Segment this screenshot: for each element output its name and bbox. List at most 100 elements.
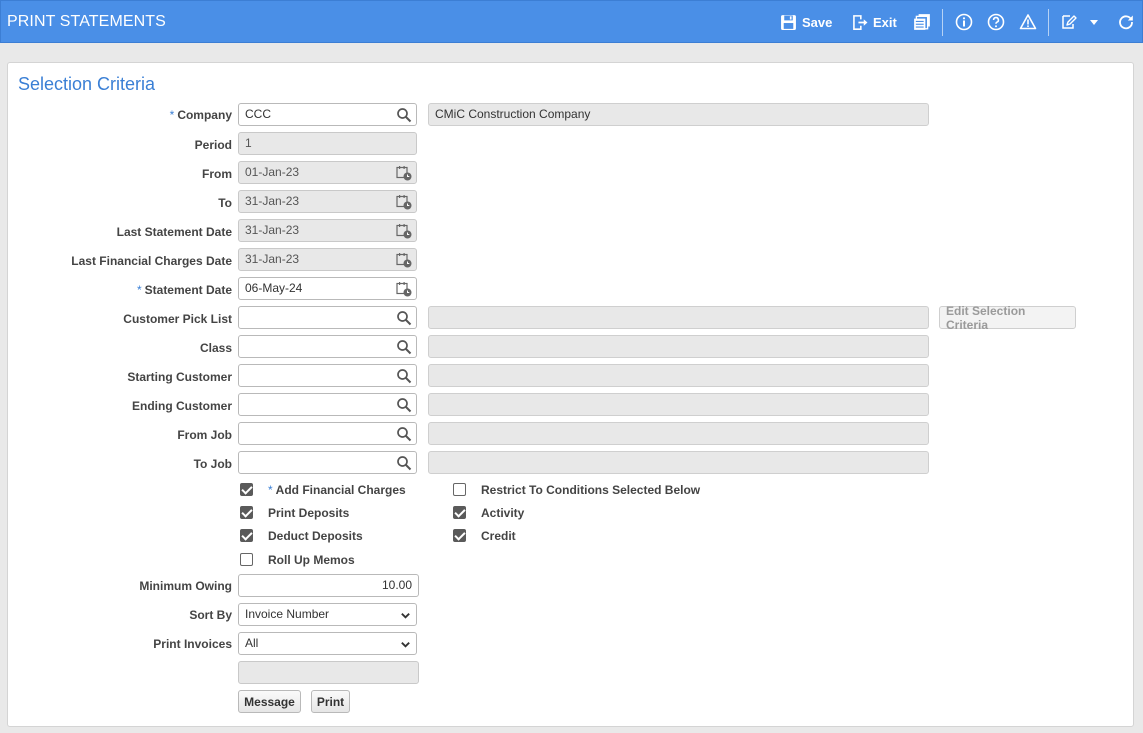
calendar-icon[interactable] [396, 223, 412, 239]
refresh-icon [1119, 15, 1133, 30]
from-job-description [428, 422, 929, 445]
help-icon [987, 13, 1005, 31]
minimum-owing-field[interactable]: 10.00 [238, 574, 419, 597]
warning-icon [1019, 14, 1037, 30]
to-job-description [428, 451, 929, 474]
refresh-button[interactable] [1117, 11, 1135, 33]
print-invoices-label: Print Invoices [153, 637, 232, 651]
starting-customer-description [428, 364, 929, 387]
search-icon[interactable] [396, 455, 412, 471]
ending-customer-field[interactable] [238, 393, 417, 416]
from-date-field: 01-Jan-23 [238, 161, 417, 184]
calendar-icon[interactable] [396, 194, 412, 210]
sort-by-value: Invoice Number [245, 607, 330, 621]
exit-label: Exit [873, 14, 897, 30]
message-button[interactable]: Message [238, 690, 301, 713]
print-invoices-select[interactable]: All [238, 632, 417, 655]
print-deposits-checkbox[interactable] [240, 506, 253, 519]
last-financial-charges-date-field: 31-Jan-23 [238, 248, 417, 271]
minimum-owing-label: Minimum Owing [139, 579, 232, 593]
ending-customer-description [428, 393, 929, 416]
required-marker: * [169, 108, 175, 122]
info-icon [955, 13, 973, 31]
chevron-down-icon [401, 642, 410, 648]
period-label: Period [194, 138, 232, 152]
help-button[interactable] [987, 11, 1005, 33]
to-job-field[interactable] [238, 451, 417, 474]
roll-up-memos-label: Roll Up Memos [268, 553, 355, 567]
top-bar: PRINT STATEMENTS Save Exit [0, 0, 1143, 43]
deduct-deposits-checkbox[interactable] [240, 529, 253, 542]
edit-icon [1062, 15, 1077, 29]
class-label: Class [199, 341, 232, 355]
company-label: * Company [169, 108, 232, 122]
statement-date-label: * Statement Date [136, 283, 232, 297]
class-description [428, 335, 929, 358]
starting-customer-label: Starting Customer [127, 370, 232, 384]
from-job-field[interactable] [238, 422, 417, 445]
starting-customer-field[interactable] [238, 364, 417, 387]
company-description: CMiC Construction Company [428, 103, 929, 126]
info-button[interactable] [955, 11, 973, 33]
class-field[interactable] [238, 335, 417, 358]
restrict-to-conditions-checkbox[interactable] [453, 483, 466, 496]
customer-pick-list-label: Customer Pick List [123, 312, 232, 326]
credit-checkbox[interactable] [453, 529, 466, 542]
sort-by-label: Sort By [189, 608, 232, 622]
customer-pick-list-description [428, 306, 929, 329]
to-label: To [218, 196, 232, 210]
menu-dropdown-button[interactable] [1088, 11, 1100, 33]
toolbar-divider [1048, 9, 1049, 36]
restrict-to-conditions-label: Restrict To Conditions Selected Below [481, 483, 701, 497]
roll-up-memos-checkbox[interactable] [240, 553, 253, 566]
search-icon[interactable] [396, 339, 412, 355]
customer-pick-list-field[interactable] [238, 306, 417, 329]
last-statement-date-label: Last Statement Date [116, 225, 232, 239]
sort-by-select[interactable]: Invoice Number [238, 603, 417, 626]
period-field: 1 [238, 132, 417, 155]
warning-button[interactable] [1019, 11, 1037, 33]
chevron-down-icon [401, 613, 410, 619]
exit-button[interactable]: Exit [851, 11, 897, 33]
search-icon[interactable] [396, 107, 412, 123]
save-label: Save [802, 14, 833, 30]
activity-checkbox[interactable] [453, 506, 466, 519]
edit-button[interactable] [1060, 11, 1078, 33]
search-icon[interactable] [396, 310, 412, 326]
toolbar-divider [942, 9, 943, 36]
search-icon[interactable] [396, 397, 412, 413]
exit-icon [853, 14, 868, 30]
from-job-label: From Job [177, 428, 232, 442]
last-financial-charges-date-label: Last Financial Charges Date [71, 254, 232, 268]
company-field[interactable]: CCC [238, 103, 417, 126]
last-financial-charges-date-value: 31-Jan-23 [245, 252, 300, 266]
activity-label: Activity [481, 506, 525, 520]
edit-selection-criteria-button[interactable]: Edit Selection Criteria [939, 304, 1076, 332]
last-statement-date-value: 31-Jan-23 [245, 223, 300, 237]
ending-customer-label: Ending Customer [131, 399, 232, 413]
from-date-value: 01-Jan-23 [245, 165, 300, 179]
company-value: CCC [245, 107, 271, 121]
to-date-value: 31-Jan-23 [245, 194, 300, 208]
required-marker: * [136, 283, 142, 297]
search-icon[interactable] [396, 368, 412, 384]
page-title: PRINT STATEMENTS [7, 13, 166, 30]
required-marker: * [268, 483, 273, 497]
save-button[interactable]: Save [780, 11, 832, 33]
last-statement-date-field: 31-Jan-23 [238, 219, 417, 242]
search-icon[interactable] [396, 426, 412, 442]
deduct-deposits-label: Deduct Deposits [268, 529, 363, 543]
print-button[interactable]: Print [311, 690, 350, 713]
print-preview-button[interactable] [913, 11, 931, 33]
from-label: From [202, 167, 232, 181]
calendar-icon[interactable] [396, 165, 412, 181]
print-deposits-label: Print Deposits [268, 506, 350, 520]
add-financial-charges-checkbox[interactable] [240, 483, 253, 496]
statement-date-field[interactable]: 06-May-24 [238, 277, 417, 300]
documents-icon [914, 14, 930, 30]
calendar-icon[interactable] [396, 252, 412, 268]
to-date-field: 31-Jan-23 [238, 190, 417, 213]
save-icon [781, 14, 796, 30]
message-display-field [238, 661, 419, 684]
calendar-icon[interactable] [396, 281, 412, 297]
